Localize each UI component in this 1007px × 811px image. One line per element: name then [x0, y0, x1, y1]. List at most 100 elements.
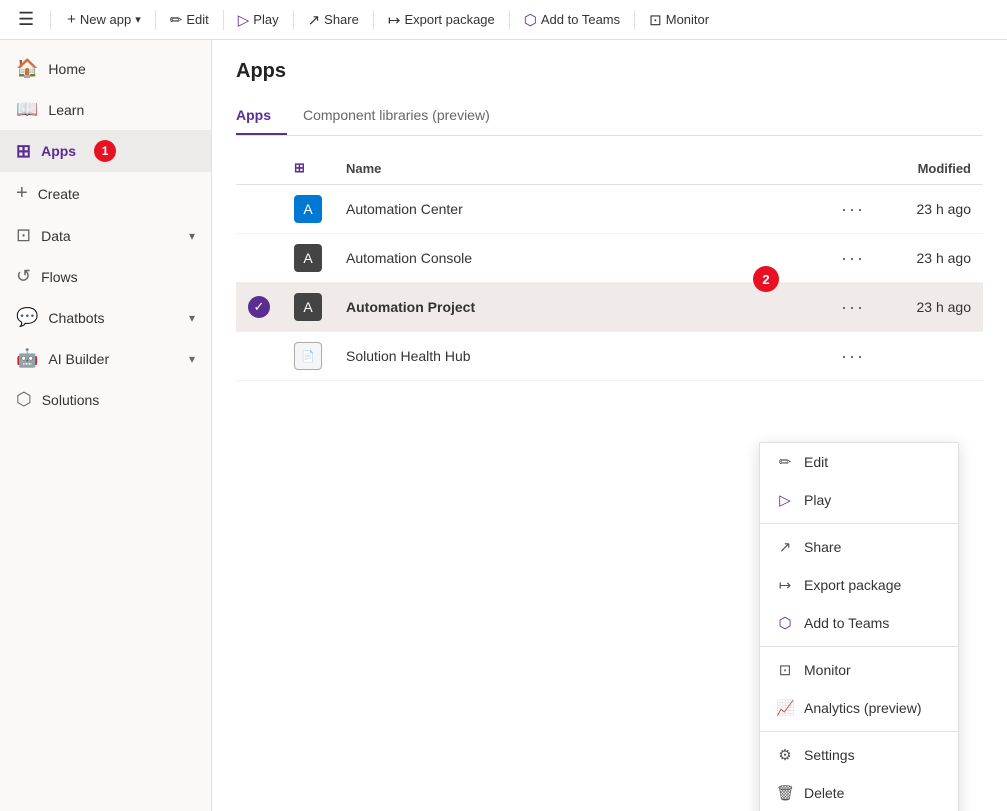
sidebar-item-ai-builder[interactable]: 🤖 AI Builder ▾ — [0, 338, 211, 379]
more-options-button[interactable]: ··· — [835, 295, 871, 320]
monitor-icon: ⊡ — [649, 11, 662, 29]
add-to-teams-button[interactable]: ⬡ Add to Teams — [516, 7, 628, 33]
col-check — [236, 152, 282, 185]
sidebar-item-flows[interactable]: ↺ Flows — [0, 256, 211, 297]
app-icon: 📄 — [294, 342, 322, 370]
col-name: Name — [334, 152, 823, 185]
more-options-button[interactable]: ··· — [835, 197, 871, 222]
menu-item-add-to-teams[interactable]: ⬡ Add to Teams — [760, 604, 958, 642]
create-icon: + — [16, 182, 28, 205]
chevron-down-icon: ▾ — [189, 229, 195, 243]
app-name-cell[interactable]: Automation Console — [334, 234, 823, 283]
table-row: A Automation Console ··· 23 h ago — [236, 234, 983, 283]
sidebar: 🏠 Home 📖 Learn ⊞ Apps 1 + Create ⊡ Data … — [0, 40, 212, 811]
chevron-down-icon: ▾ — [189, 352, 195, 366]
hamburger-icon[interactable]: ☰ — [10, 5, 42, 34]
app-name-cell[interactable]: Solution Health Hub — [334, 332, 823, 381]
tab-component-libraries[interactable]: Component libraries (preview) — [303, 99, 506, 135]
step-badge-2: 2 — [753, 266, 779, 292]
sidebar-item-label: Solutions — [42, 392, 100, 408]
menu-item-monitor[interactable]: ⊡ Monitor — [760, 651, 958, 689]
monitor-icon: ⊡ — [776, 661, 794, 679]
table-row: 📄 Solution Health Hub ··· — [236, 332, 983, 381]
home-icon: 🏠 — [16, 58, 38, 79]
edit-button[interactable]: ✏ Edit — [162, 7, 217, 33]
teams-icon: ⬡ — [524, 11, 537, 29]
app-icon: A — [294, 244, 322, 272]
apps-table: ⊞ Name Modified A Automation Cente — [236, 152, 983, 381]
export-icon: ↦ — [388, 11, 401, 29]
new-app-button[interactable]: + New app ▾ — [59, 7, 149, 32]
tabs-bar: Apps Component libraries (preview) — [236, 99, 983, 136]
solutions-icon: ⬡ — [16, 389, 32, 410]
modified-cell: 23 h ago — [883, 185, 983, 234]
flows-icon: ↺ — [16, 266, 31, 287]
sidebar-item-label: Flows — [41, 269, 78, 285]
sidebar-item-learn[interactable]: 📖 Learn — [0, 89, 211, 130]
plus-icon: + — [67, 11, 76, 28]
app-icon: A — [294, 195, 322, 223]
menu-item-label: Monitor — [804, 662, 851, 678]
content-area: Apps Apps Component libraries (preview) … — [212, 40, 1007, 811]
menu-item-edit[interactable]: ✏ Edit — [760, 443, 958, 481]
more-options-button[interactable]: ··· — [835, 246, 871, 271]
play-icon: ▷ — [238, 11, 250, 29]
chevron-down-icon: ▾ — [189, 311, 195, 325]
play-button[interactable]: ▷ Play — [230, 7, 287, 33]
sidebar-item-apps[interactable]: ⊞ Apps 1 — [0, 130, 211, 172]
app-name-cell[interactable]: Automation Center — [334, 185, 823, 234]
menu-item-label: Delete — [804, 785, 844, 801]
data-icon: ⊡ — [16, 225, 31, 246]
teams-icon: ⬡ — [776, 614, 794, 632]
more-options-button[interactable]: ··· — [835, 344, 871, 369]
col-icon: ⊞ — [282, 152, 334, 185]
sidebar-item-label: Home — [48, 61, 85, 77]
modified-cell: 23 h ago — [883, 283, 983, 332]
ai-builder-icon: 🤖 — [16, 348, 38, 369]
tab-apps[interactable]: Apps — [236, 99, 287, 135]
modified-cell: 23 h ago — [883, 234, 983, 283]
play-icon: ▷ — [776, 491, 794, 509]
sidebar-item-data[interactable]: ⊡ Data ▾ — [0, 215, 211, 256]
share-button[interactable]: ↗ Share — [300, 7, 367, 33]
export-package-button[interactable]: ↦ Export package — [380, 7, 503, 33]
delete-icon: 🗑 — [776, 784, 794, 802]
menu-item-label: Export package — [804, 577, 901, 593]
app-icon: A — [294, 293, 322, 321]
modified-cell — [883, 332, 983, 381]
menu-item-label: Analytics (preview) — [804, 700, 921, 716]
sidebar-item-chatbots[interactable]: 💬 Chatbots ▾ — [0, 297, 211, 338]
menu-item-share[interactable]: ↗ Share — [760, 528, 958, 566]
analytics-icon: 📈 — [776, 699, 794, 717]
sidebar-badge-apps: 1 — [94, 140, 116, 162]
edit-icon: ✏ — [170, 11, 183, 29]
share-icon: ↗ — [308, 11, 321, 29]
app-name-cell[interactable]: Automation Project — [334, 283, 823, 332]
menu-item-label: Add to Teams — [804, 615, 889, 631]
sidebar-item-create[interactable]: + Create — [0, 172, 211, 215]
menu-item-label: Edit — [804, 454, 828, 470]
sidebar-item-home[interactable]: 🏠 Home — [0, 48, 211, 89]
col-dots — [823, 152, 883, 185]
menu-item-delete[interactable]: 🗑 Delete — [760, 774, 958, 811]
monitor-button[interactable]: ⊡ Monitor — [641, 7, 717, 33]
share-icon: ↗ — [776, 538, 794, 556]
menu-item-settings[interactable]: ⚙ Settings — [760, 736, 958, 774]
page-title: Apps — [236, 60, 983, 83]
toolbar: ☰ + New app ▾ ✏ Edit ▷ Play ↗ Share ↦ Ex… — [0, 0, 1007, 40]
chatbots-icon: 💬 — [16, 307, 38, 328]
sidebar-item-label: Chatbots — [48, 310, 104, 326]
chevron-down-icon: ▾ — [135, 13, 141, 26]
context-menu: ✏ Edit ▷ Play ↗ Share ↦ Export package — [759, 442, 959, 811]
main-layout: 🏠 Home 📖 Learn ⊞ Apps 1 + Create ⊡ Data … — [0, 40, 1007, 811]
menu-item-play[interactable]: ▷ Play — [760, 481, 958, 519]
apps-icon: ⊞ — [16, 141, 31, 162]
sidebar-item-solutions[interactable]: ⬡ Solutions — [0, 379, 211, 420]
menu-item-export-package[interactable]: ↦ Export package — [760, 566, 958, 604]
sidebar-item-label: AI Builder — [48, 351, 109, 367]
menu-item-analytics[interactable]: 📈 Analytics (preview) — [760, 689, 958, 727]
sidebar-item-label: Learn — [48, 102, 84, 118]
settings-icon: ⚙ — [776, 746, 794, 764]
export-icon: ↦ — [776, 576, 794, 594]
sidebar-item-label: Data — [41, 228, 71, 244]
